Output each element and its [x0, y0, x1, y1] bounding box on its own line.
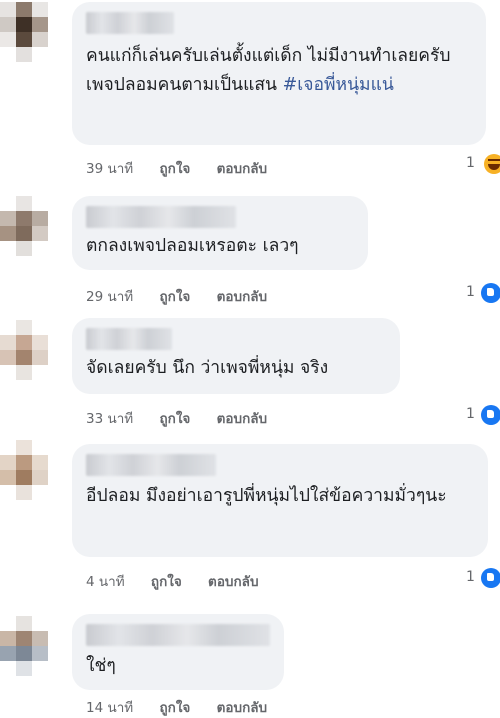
reaction-count: 1	[466, 406, 475, 422]
avatar[interactable]	[0, 440, 48, 500]
comment-bubble: คนแก่ก็เล่นครับเล่นตั้งแต่เด็ก ไม่มีงานท…	[72, 2, 486, 145]
like-button[interactable]: ถูกใจ	[159, 411, 190, 427]
comment-text: คนแก่ก็เล่นครับเล่นตั้งแต่เด็ก ไม่มีงานท…	[86, 46, 451, 95]
comment-actions: 39 นาที ถูกใจ ตอบกลับ	[86, 157, 289, 179]
reply-button[interactable]: ตอบกลับ	[217, 700, 267, 716]
reply-button[interactable]: ตอบกลับ	[208, 574, 258, 590]
comment-timestamp[interactable]: 33 นาที	[86, 411, 133, 427]
comment-timestamp[interactable]: 14 นาที	[86, 700, 133, 716]
avatar[interactable]	[0, 2, 48, 62]
comment-actions: 33 นาที ถูกใจ ตอบกลับ	[86, 407, 289, 429]
like-reaction-icon	[481, 405, 500, 425]
avatar[interactable]	[0, 320, 48, 380]
comment-timestamp[interactable]: 39 นาที	[86, 161, 133, 177]
reply-button[interactable]: ตอบกลับ	[217, 161, 267, 177]
reaction-summary[interactable]: 1	[466, 155, 475, 171]
reply-button[interactable]: ตอบกลับ	[217, 411, 267, 427]
avatar[interactable]	[0, 616, 48, 676]
comment-bubble: อีปลอม มึงอย่าเอารูปพี่หนุ่มไปใส่ข้อความ…	[72, 444, 488, 557]
commenter-name-blurred[interactable]	[86, 328, 172, 350]
commenter-name-blurred[interactable]	[86, 454, 216, 476]
haha-reaction-icon	[484, 154, 500, 174]
reaction-count: 1	[466, 284, 475, 300]
reply-button[interactable]: ตอบกลับ	[217, 289, 267, 305]
comment-text: อีปลอม มึงอย่าเอารูปพี่หนุ่มไปใส่ข้อความ…	[86, 486, 447, 506]
comment-actions: 29 นาที ถูกใจ ตอบกลับ	[86, 285, 289, 307]
reaction-summary[interactable]: 1	[466, 569, 475, 585]
comment-bubble: ตกลงเพจปลอมเหรอตะ เลวๆ	[72, 196, 368, 270]
like-button[interactable]: ถูกใจ	[159, 289, 190, 305]
hashtag-link[interactable]: #เจอพี่หนุ่มแน่	[283, 75, 394, 95]
comment-timestamp[interactable]: 29 นาที	[86, 289, 133, 305]
like-button[interactable]: ถูกใจ	[159, 700, 190, 716]
comment-text: ตกลงเพจปลอมเหรอตะ เลวๆ	[86, 236, 299, 256]
like-button[interactable]: ถูกใจ	[159, 161, 190, 177]
reaction-count: 1	[466, 155, 475, 171]
comment-bubble: จัดเลยครับ นึก ว่าเพจพี่หนุ่ม จริง	[72, 318, 400, 394]
commenter-name-blurred[interactable]	[86, 206, 236, 228]
reaction-count: 1	[466, 569, 475, 585]
comment-timestamp[interactable]: 4 นาที	[86, 574, 125, 590]
reaction-summary[interactable]: 1	[466, 284, 475, 300]
like-button[interactable]: ถูกใจ	[151, 574, 182, 590]
avatar[interactable]	[0, 196, 48, 256]
comment-text: ใช่ๆ	[86, 656, 116, 676]
like-reaction-icon	[481, 283, 500, 303]
reaction-summary[interactable]: 1	[466, 406, 475, 422]
comment-text: จัดเลยครับ นึก ว่าเพจพี่หนุ่ม จริง	[86, 358, 329, 378]
comment-actions: 4 นาที ถูกใจ ตอบกลับ	[86, 570, 281, 592]
commenter-name-blurred[interactable]	[86, 12, 174, 34]
like-reaction-icon	[481, 568, 500, 588]
comment-actions: 14 นาที ถูกใจ ตอบกลับ	[86, 696, 289, 718]
commenter-name-blurred[interactable]	[86, 624, 270, 646]
comment-bubble: ใช่ๆ	[72, 614, 284, 690]
